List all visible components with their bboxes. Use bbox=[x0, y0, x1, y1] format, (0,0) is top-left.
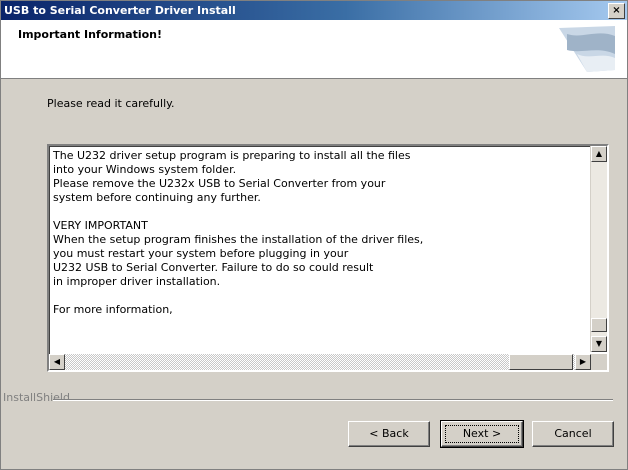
scroll-corner bbox=[591, 354, 607, 370]
window-title: USB to Serial Converter Driver Install bbox=[4, 4, 236, 17]
info-textbox[interactable]: The U232 driver setup program is prepari… bbox=[47, 144, 609, 372]
arrow-left-icon: ◀ bbox=[53, 357, 61, 366]
header-title: Important Information! bbox=[18, 28, 163, 41]
scroll-down-button[interactable]: ▼ bbox=[591, 336, 607, 352]
installer-dialog: USB to Serial Converter Driver Install ×… bbox=[0, 0, 628, 470]
arrow-up-icon: ▲ bbox=[595, 149, 603, 158]
read-carefully-label: Please read it carefully. bbox=[47, 97, 175, 110]
focus-ring bbox=[445, 425, 519, 443]
arrow-down-icon: ▼ bbox=[595, 339, 603, 348]
scroll-up-button[interactable]: ▲ bbox=[591, 146, 607, 162]
separator-line bbox=[53, 399, 613, 401]
vertical-scrollbar[interactable]: ▲ ▼ bbox=[590, 146, 607, 352]
title-bar[interactable]: USB to Serial Converter Driver Install × bbox=[1, 1, 627, 20]
cancel-button[interactable]: Cancel bbox=[532, 421, 614, 447]
back-button[interactable]: < Back bbox=[348, 421, 430, 447]
info-text: The U232 driver setup program is prepari… bbox=[53, 149, 424, 316]
close-button[interactable]: × bbox=[608, 3, 625, 19]
header-panel: Important Information! bbox=[1, 20, 627, 79]
close-icon: × bbox=[612, 5, 621, 16]
wizard-graphic-icon bbox=[559, 26, 615, 72]
hscroll-thumb[interactable] bbox=[509, 354, 573, 370]
arrow-right-icon: ▶ bbox=[579, 357, 587, 366]
next-button[interactable]: Next > bbox=[440, 420, 524, 448]
horizontal-scrollbar[interactable]: ◀ ▶ bbox=[49, 354, 591, 370]
scroll-left-button[interactable]: ◀ bbox=[49, 354, 65, 370]
scroll-right-button[interactable]: ▶ bbox=[575, 354, 591, 370]
installshield-label: InstallShield bbox=[3, 391, 74, 404]
scroll-thumb[interactable] bbox=[591, 318, 607, 332]
